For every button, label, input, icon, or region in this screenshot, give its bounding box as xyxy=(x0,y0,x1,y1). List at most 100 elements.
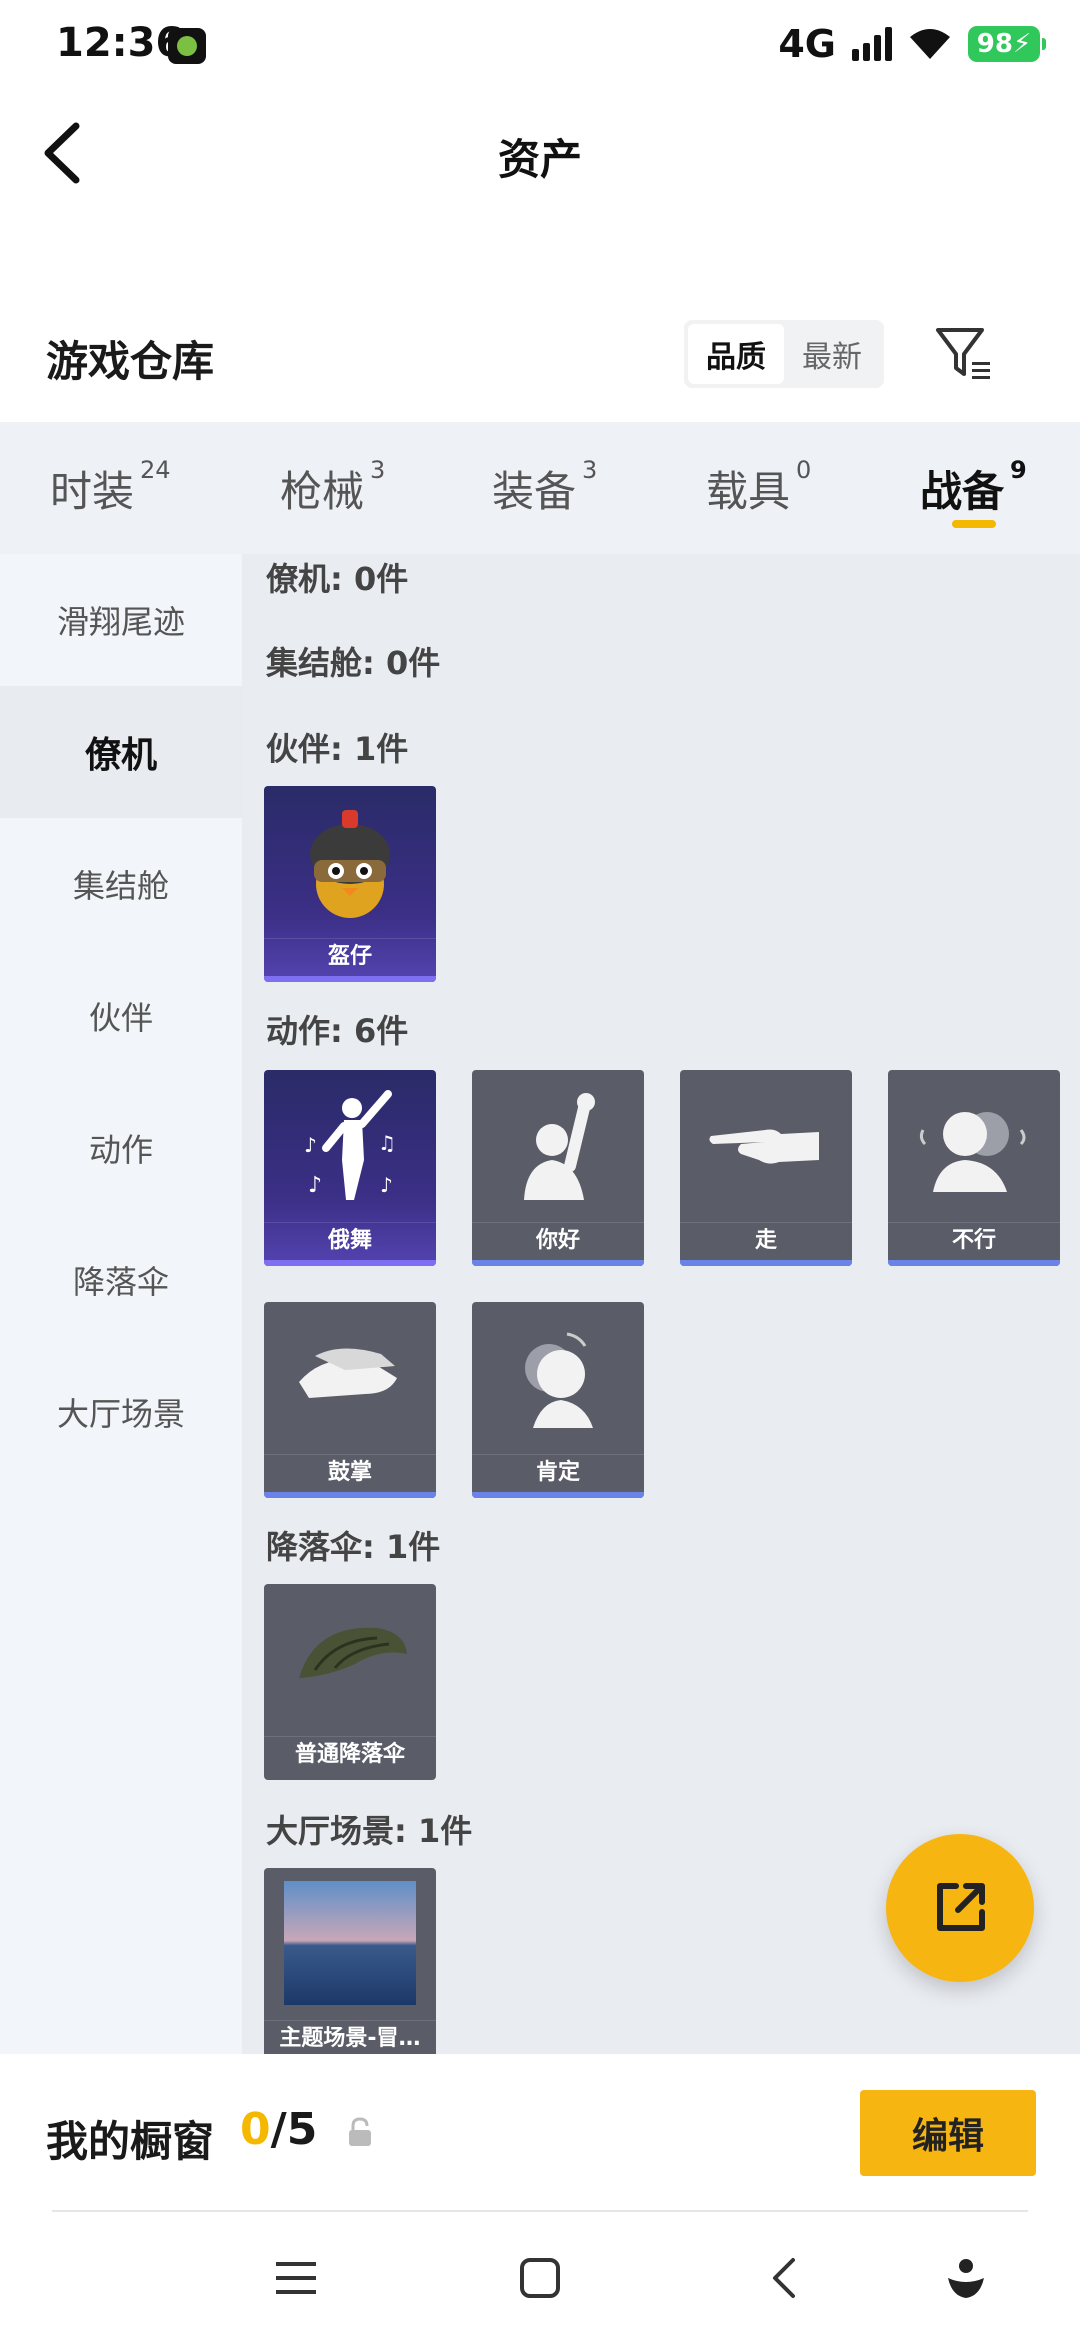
back-nav-icon[interactable] xyxy=(754,2248,814,2308)
share-button[interactable] xyxy=(886,1834,1034,1982)
tab-count: 0 xyxy=(796,456,812,484)
app-notification-icon xyxy=(168,28,206,64)
shake-head-icon xyxy=(888,1070,1060,1220)
item-card[interactable]: 普通降落伞 xyxy=(264,1584,436,1780)
svg-text:♫: ♫ xyxy=(378,1131,396,1155)
scene-icon xyxy=(264,1868,436,2018)
showcase-total: /5 xyxy=(270,2104,318,2155)
item-card[interactable]: 盔仔 xyxy=(264,786,436,982)
group-label-capsule: 集结舱: 0件 xyxy=(266,644,441,682)
status-time: 12:36 xyxy=(56,20,184,66)
edit-button[interactable]: 编辑 xyxy=(860,2090,1036,2176)
rarity-bar xyxy=(472,1260,644,1266)
sidebar: 滑翔尾迹 僚机 集结舱 伙伴 动作 降落伞 大厅场景 xyxy=(0,554,242,2054)
top-app-bar: 资产 xyxy=(0,100,1080,210)
item-card[interactable]: ♪ ♫ ♪ ♪ 俄舞 xyxy=(264,1070,436,1266)
tab-label: 装备 xyxy=(492,467,577,516)
group-label-parachute: 降落伞: 1件 xyxy=(266,1528,441,1566)
item-card[interactable]: 肯定 xyxy=(472,1302,644,1498)
svg-text:♪: ♪ xyxy=(308,1173,322,1198)
menu-icon[interactable] xyxy=(266,2248,326,2308)
tab-count: 3 xyxy=(582,456,598,484)
home-icon[interactable] xyxy=(510,2248,570,2308)
filter-icon[interactable] xyxy=(932,322,996,386)
sidebar-item-partner[interactable]: 伙伴 xyxy=(0,950,242,1082)
wifi-icon xyxy=(908,27,952,61)
point-icon xyxy=(680,1070,852,1220)
item-card[interactable]: 鼓掌 xyxy=(264,1302,436,1498)
active-tab-indicator xyxy=(952,520,996,528)
rarity-bar xyxy=(264,1492,436,1498)
section-title: 游戏仓库 xyxy=(46,337,215,386)
tab-equipment[interactable]: 装备 3 xyxy=(492,456,598,519)
sidebar-item-emote[interactable]: 动作 xyxy=(0,1082,242,1214)
tab-weapons[interactable]: 枪械 3 xyxy=(280,456,385,519)
tab-label: 载具 xyxy=(706,467,791,516)
battery-icon: 98 ⚡ xyxy=(968,26,1046,62)
rarity-bar xyxy=(888,1260,1060,1266)
item-name: 盔仔 xyxy=(264,938,436,974)
network-type: 4G xyxy=(778,22,836,66)
rarity-bar xyxy=(264,1260,436,1266)
nod-icon xyxy=(472,1302,644,1452)
svg-text:♪: ♪ xyxy=(380,1173,393,1197)
group-label-wingman: 僚机: 0件 xyxy=(266,560,409,598)
item-list: 僚机: 0件 集结舱: 0件 伙伴: 1件 盔仔 动作: 6件 ♪ ♫ ♪ ♪ … xyxy=(242,554,1080,2054)
battery-level: 98 xyxy=(976,29,1013,59)
warehouse-header: 游戏仓库 品质 最新 xyxy=(0,310,1080,410)
system-nav-bar xyxy=(0,2212,1080,2340)
sidebar-item-lobby-scene[interactable]: 大厅场景 xyxy=(0,1346,242,1478)
rarity-bar xyxy=(264,1774,436,1780)
item-name: 鼓掌 xyxy=(264,1454,436,1490)
chick-helmet-icon xyxy=(264,786,436,936)
tab-label: 战备 xyxy=(920,467,1005,516)
status-indicators: 4G 98 ⚡ xyxy=(778,22,1046,66)
showcase-count: 0/5 xyxy=(240,2104,317,2155)
parachute-icon xyxy=(264,1584,436,1734)
sidebar-item-glide-trail[interactable]: 滑翔尾迹 xyxy=(0,554,242,686)
item-name: 你好 xyxy=(472,1222,644,1258)
status-bar: 12:36 4G 98 ⚡ xyxy=(0,0,1080,90)
item-name: 走 xyxy=(680,1222,852,1258)
svg-text:♪: ♪ xyxy=(304,1133,317,1157)
assistant-icon[interactable] xyxy=(936,2248,996,2308)
group-label-partner: 伙伴: 1件 xyxy=(266,730,409,768)
item-card[interactable]: 你好 xyxy=(472,1070,644,1266)
tab-fashion[interactable]: 时装 24 xyxy=(50,456,171,519)
item-name: 不行 xyxy=(888,1222,1060,1258)
tab-count: 9 xyxy=(1010,456,1027,484)
sidebar-item-parachute[interactable]: 降落伞 xyxy=(0,1214,242,1346)
item-name: 肯定 xyxy=(472,1454,644,1490)
signal-icon xyxy=(852,27,892,61)
tab-vehicles[interactable]: 载具 0 xyxy=(706,456,812,519)
item-name: 俄舞 xyxy=(264,1222,436,1258)
tab-label: 时装 xyxy=(50,467,135,516)
sidebar-item-wingman[interactable]: 僚机 xyxy=(0,686,242,818)
rarity-bar xyxy=(472,1492,644,1498)
item-card[interactable]: 走 xyxy=(680,1070,852,1266)
sort-newest-button[interactable]: 最新 xyxy=(784,324,880,384)
dance-icon: ♪ ♫ ♪ ♪ xyxy=(264,1070,436,1220)
item-name: 主题场景-冒… xyxy=(264,2020,436,2054)
sidebar-item-capsule[interactable]: 集结舱 xyxy=(0,818,242,950)
rarity-bar xyxy=(264,976,436,982)
lock-icon xyxy=(346,2116,374,2150)
tab-combat-gear[interactable]: 战备 9 xyxy=(920,456,1027,519)
clap-icon xyxy=(264,1302,436,1452)
sort-toggle: 品质 最新 xyxy=(684,320,884,388)
page-title: 资产 xyxy=(497,135,582,184)
group-label-lobby: 大厅场景: 1件 xyxy=(266,1812,473,1850)
tab-count: 24 xyxy=(140,456,171,484)
showcase-bar: 我的橱窗 0/5 编辑 xyxy=(0,2054,1080,2214)
item-card[interactable]: 不行 xyxy=(888,1070,1060,1266)
share-icon xyxy=(937,1883,985,1931)
sort-quality-button[interactable]: 品质 xyxy=(688,324,784,384)
rarity-bar xyxy=(680,1260,852,1266)
wave-icon xyxy=(472,1070,644,1220)
group-label-emote: 动作: 6件 xyxy=(266,1012,409,1050)
showcase-current: 0 xyxy=(240,2104,271,2155)
item-name: 普通降落伞 xyxy=(264,1736,436,1772)
item-card[interactable]: 主题场景-冒… xyxy=(264,1868,436,2054)
showcase-label: 我的橱窗 xyxy=(46,2117,215,2166)
category-tabs: 时装 24 枪械 3 装备 3 载具 0 战备 9 xyxy=(0,422,1080,554)
